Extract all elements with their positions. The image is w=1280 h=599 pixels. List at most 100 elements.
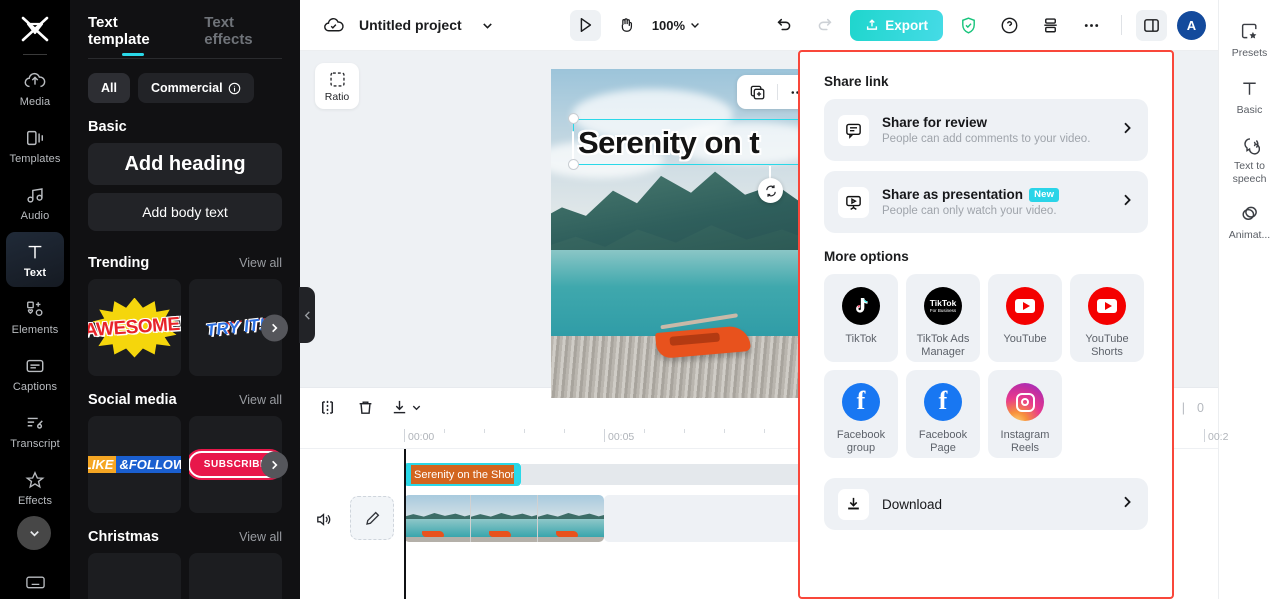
christmas-template-card[interactable] (88, 553, 181, 599)
carousel-next-button[interactable] (261, 314, 288, 341)
view-all-social-media[interactable]: View all (239, 393, 282, 407)
section-title: Christmas (88, 529, 159, 545)
export-button[interactable]: Export (850, 9, 943, 41)
redo-arrow-icon[interactable] (809, 10, 840, 41)
platform-youtube[interactable]: YouTube (988, 274, 1062, 362)
new-badge: New (1029, 187, 1060, 202)
share-as-presentation-row[interactable]: Share as presentation New People can onl… (824, 171, 1148, 233)
ratio-label: Ratio (324, 90, 350, 103)
platform-tiktok-ads-manager[interactable]: TikTok For Business TikTok Ads Manager (906, 274, 980, 362)
panel-collapse-handle[interactable] (299, 287, 315, 343)
sidebar-item-label: Elements (11, 324, 59, 336)
keyboard-shortcuts-button[interactable] (0, 573, 70, 591)
right-item-presets[interactable]: Presets (1221, 12, 1279, 69)
sidebar-item-effects[interactable]: Effects (6, 460, 64, 515)
platform-label: YouTube Shorts (1085, 333, 1129, 359)
chip-commercial[interactable]: Commercial (137, 73, 254, 103)
shield-check-icon[interactable] (953, 10, 984, 41)
chevron-down-icon[interactable] (472, 10, 503, 41)
sidebar-item-media[interactable]: Media (6, 61, 64, 116)
stack-layers-icon[interactable] (1035, 10, 1066, 41)
christmas-template-card[interactable] (189, 553, 282, 599)
text-middle-handle[interactable] (572, 131, 574, 161)
clip-right-handle[interactable] (514, 465, 519, 484)
social-template-card[interactable]: LIKE &FOLLOW (88, 416, 181, 513)
share-row-subtitle: People can add comments to your video. (882, 133, 1091, 145)
zoom-level-value: 100% (651, 17, 686, 33)
project-title[interactable]: Untitled project (359, 17, 462, 33)
trash-delete-icon[interactable] (352, 395, 378, 421)
text-clip[interactable]: Serenity on the Shor (404, 463, 521, 486)
share-for-review-row[interactable]: Share for review People can add comments… (824, 99, 1148, 161)
view-all-christmas[interactable]: View all (239, 530, 282, 544)
more-horizontal-icon[interactable] (1076, 10, 1107, 41)
platform-instagram-reels[interactable]: Instagram Reels (988, 370, 1062, 458)
sidebar-item-elements[interactable]: Elements (6, 289, 64, 344)
split-clip-icon[interactable] (314, 395, 340, 421)
undo-arrow-icon[interactable] (768, 10, 799, 41)
edit-clip-button[interactable] (350, 496, 394, 540)
platform-youtube-shorts[interactable]: YouTube Shorts (1070, 274, 1144, 362)
sidebar-item-transcript[interactable]: Transcript (6, 403, 64, 458)
sidebar-collapse-button[interactable] (17, 516, 51, 550)
carousel-next-button[interactable] (261, 451, 288, 478)
sidebar-item-text[interactable]: Text (6, 232, 64, 287)
filter-chip-group: All Commercial (70, 59, 300, 103)
download-arrow-icon[interactable] (390, 395, 422, 421)
share-row-subtitle: People can only watch your video. (882, 205, 1057, 217)
clip-left-handle[interactable] (406, 465, 411, 484)
rotate-handle-button[interactable] (758, 178, 783, 203)
chevron-down-icon (412, 405, 421, 411)
add-heading-button[interactable]: Add heading (88, 143, 282, 185)
question-circle-icon[interactable] (994, 10, 1025, 41)
speaker-volume-icon[interactable] (312, 508, 334, 530)
right-item-text-to-speech[interactable]: Text to speech (1221, 125, 1279, 194)
avatar[interactable]: A (1177, 10, 1206, 40)
hand-pan-icon[interactable] (611, 10, 642, 41)
water-body (551, 249, 819, 343)
tab-text-template[interactable]: Text template (88, 14, 178, 58)
trending-template-card[interactable]: AWESOME! (88, 279, 181, 376)
sparkle-star-icon (24, 468, 46, 492)
right-item-label: Basic (1236, 103, 1263, 116)
upload-share-icon (867, 19, 878, 30)
text-resize-handle-bottom[interactable] (568, 159, 579, 170)
video-clip[interactable] (404, 495, 604, 542)
text-template-panel: Text template Text effects All Commercia… (70, 0, 300, 599)
tab-text-effects[interactable]: Text effects (204, 14, 282, 58)
sidebar-item-audio[interactable]: Audio (6, 175, 64, 230)
platform-grid: TikTok TikTok For Business TikTok Ads Ma… (824, 274, 1148, 458)
platform-tiktok[interactable]: TikTok (824, 274, 898, 362)
playhead[interactable] (404, 449, 406, 599)
sidebar-item-templates[interactable]: Templates (6, 118, 64, 173)
zoom-level-control[interactable]: 100% (652, 18, 701, 33)
chevron-right-icon (1120, 193, 1134, 211)
download-label: Download (882, 496, 943, 512)
share-as-presentation-text: Share as presentation New People can onl… (882, 187, 1107, 217)
split-panel-icon[interactable] (1136, 9, 1167, 41)
ratio-button[interactable]: Ratio (315, 63, 359, 109)
comment-bubble-icon (838, 114, 869, 146)
platform-facebook-group[interactable]: f Facebook group (824, 370, 898, 458)
sidebar-item-captions[interactable]: Captions (6, 346, 64, 401)
text-resize-handle-top[interactable] (568, 113, 579, 124)
time-separator: | (1181, 400, 1186, 415)
download-row[interactable]: Download (824, 478, 1148, 530)
video-thumbnail-frame (404, 495, 471, 542)
sidebar-item-label: Captions (12, 381, 58, 393)
ruler-label: 00:2 (1208, 431, 1229, 443)
chip-all[interactable]: All (88, 73, 130, 103)
section-title: Trending (88, 255, 150, 271)
presentation-screen-icon (838, 186, 869, 218)
templates-icon (24, 126, 46, 150)
cursor-select-icon[interactable] (569, 9, 601, 41)
sidebar-item-label: Transcript (10, 438, 60, 450)
facebook-icon: f (842, 383, 880, 421)
chevron-right-icon (1120, 495, 1134, 513)
right-item-basic[interactable]: Basic (1221, 69, 1279, 126)
duplicate-copy-icon[interactable] (745, 80, 770, 105)
right-item-animation[interactable]: Animat... (1221, 194, 1279, 251)
platform-facebook-page[interactable]: f Facebook Page (906, 370, 980, 458)
add-body-text-button[interactable]: Add body text (88, 193, 282, 231)
view-all-trending[interactable]: View all (239, 256, 282, 270)
